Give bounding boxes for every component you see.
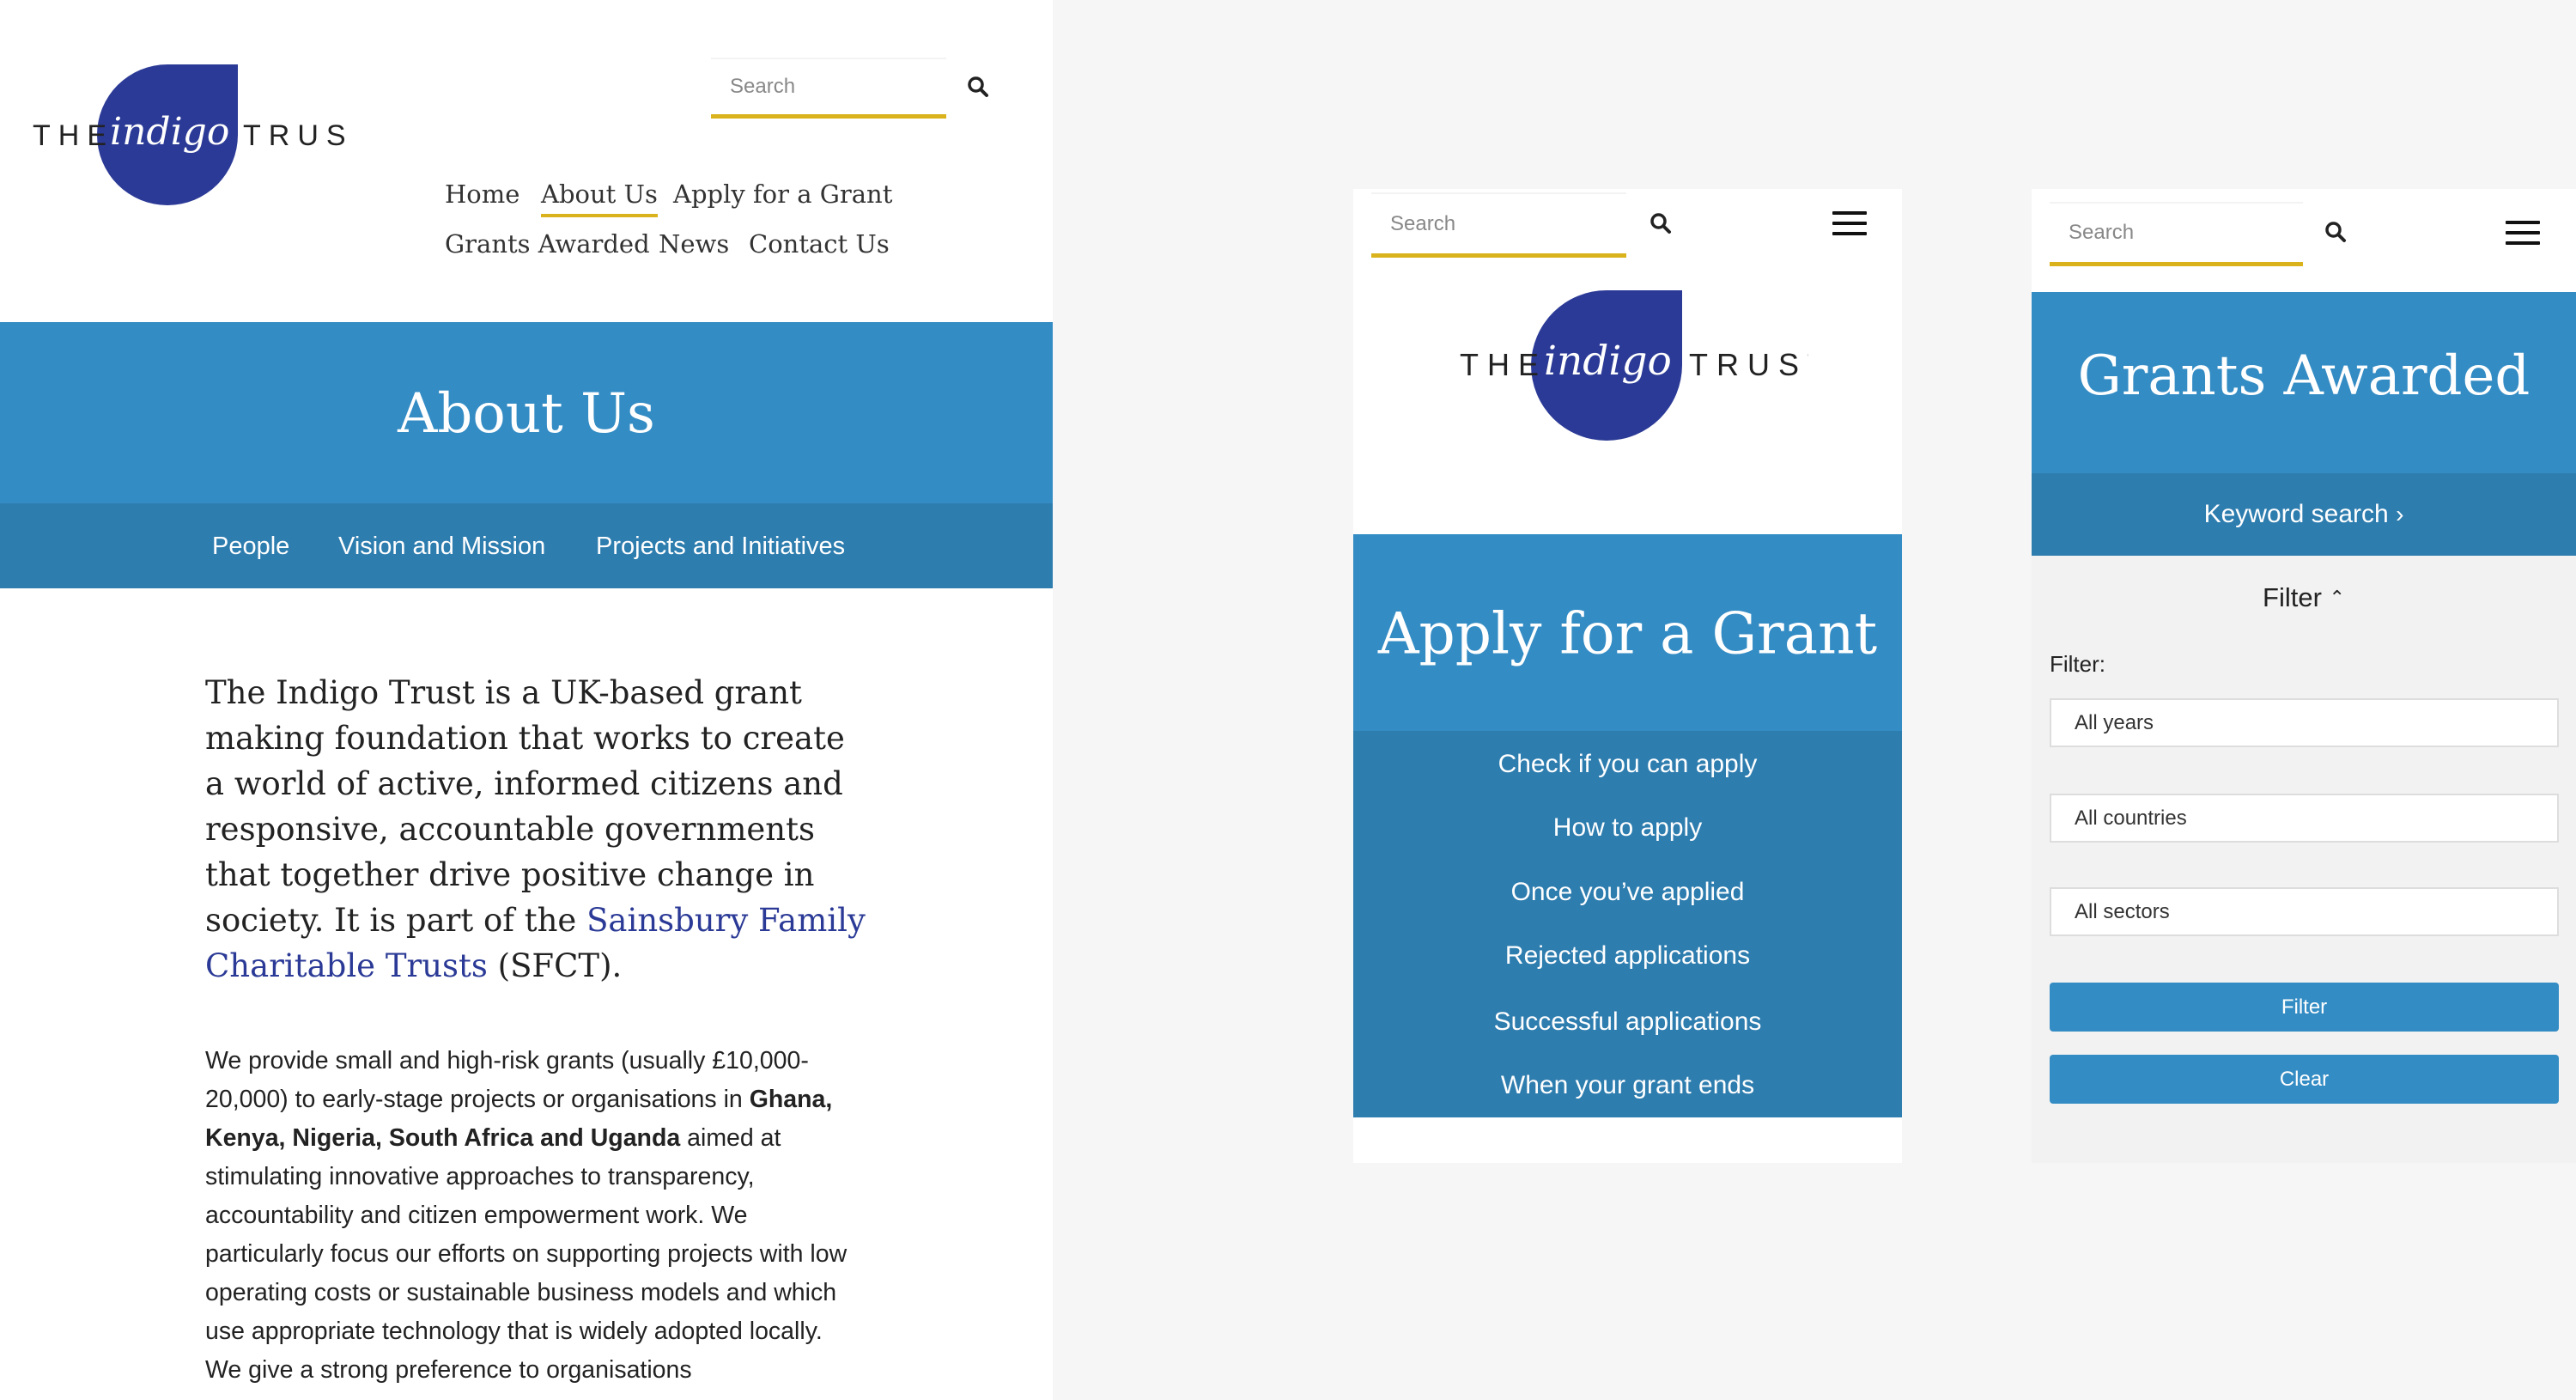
- keyword-search-bar[interactable]: Keyword search ›: [2032, 473, 2576, 556]
- nav-about-us[interactable]: About Us: [541, 180, 658, 217]
- svg-text:indigo: indigo: [110, 110, 229, 154]
- nav-home[interactable]: Home: [445, 180, 519, 209]
- keyword-search-link[interactable]: Keyword search ›: [2032, 500, 2576, 529]
- filter-toggle-label: Filter: [2263, 582, 2322, 612]
- filter-button[interactable]: Filter: [2050, 983, 2559, 1032]
- search-icon[interactable]: [1649, 212, 1672, 234]
- menu-item[interactable]: Rejected applications: [1353, 941, 1902, 971]
- clear-button[interactable]: Clear: [2050, 1055, 2559, 1104]
- menu-item[interactable]: When your grant ends: [1353, 1071, 1902, 1100]
- body-paragraph: We provide small and high-risk grants (u…: [205, 1042, 849, 1390]
- select-value: All years: [2075, 710, 2154, 734]
- page-title: About Us: [398, 382, 655, 446]
- select-value: All countries: [2075, 806, 2187, 830]
- indigo-trust-logo[interactable]: THE indigo TRUST: [26, 60, 352, 210]
- intro-text-end: (SFCT).: [487, 947, 623, 984]
- chevron-right-icon: ›: [2396, 501, 2404, 527]
- menu-item[interactable]: How to apply: [1353, 813, 1902, 843]
- sub-nav: People Vision and Mission Projects and I…: [0, 503, 1053, 588]
- search-placeholder: Search: [730, 75, 796, 98]
- nav-contact-us[interactable]: Contact Us: [749, 229, 890, 259]
- hamburger-menu-icon[interactable]: [2506, 221, 2540, 245]
- intro-text: The Indigo Trust is a UK-based grant mak…: [205, 674, 845, 939]
- search-input[interactable]: Search: [1371, 192, 1626, 258]
- page-banner: Apply for a Grant: [1353, 534, 1902, 731]
- svg-text:indigo: indigo: [1544, 338, 1672, 385]
- search-placeholder: Search: [1390, 211, 1456, 235]
- intro-paragraph: The Indigo Trust is a UK-based grant mak…: [205, 670, 866, 989]
- hamburger-menu-icon[interactable]: [1832, 211, 1867, 235]
- search-icon[interactable]: [967, 76, 989, 98]
- country-select[interactable]: All countries: [2050, 794, 2559, 843]
- keyword-search-label: Keyword search: [2203, 500, 2389, 528]
- svg-text:TRUST: TRUST: [243, 119, 352, 152]
- indigo-trust-logo[interactable]: THE indigo TRUST: [1448, 285, 1808, 448]
- subnav-projects[interactable]: Projects and Initiatives: [596, 533, 845, 561]
- search-icon[interactable]: [2324, 221, 2347, 243]
- menu-item[interactable]: Once you’ve applied: [1353, 878, 1902, 907]
- svg-text:THE: THE: [1460, 347, 1547, 382]
- grants-mobile-page: Search Grants Awarded Keyword search › F…: [2032, 189, 2576, 1163]
- page-banner: Grants Awarded: [2032, 292, 2576, 473]
- apply-mobile-page: Search THE indigo TRUST Apply for a Gran…: [1353, 189, 1902, 1163]
- year-select[interactable]: All years: [2050, 698, 2559, 747]
- filter-label: Filter:: [2050, 651, 2105, 677]
- menu-item[interactable]: Check if you can apply: [1353, 750, 1902, 779]
- svg-text:TRUST: TRUST: [1689, 347, 1808, 382]
- page-banner: About Us: [0, 322, 1053, 503]
- body-text-end: aimed at stimulating innovative approach…: [205, 1124, 848, 1384]
- body-text: We provide small and high-risk grants (u…: [205, 1047, 809, 1113]
- search-placeholder: Search: [2069, 221, 2135, 244]
- svg-text:THE: THE: [33, 119, 114, 152]
- search-input[interactable]: Search: [711, 58, 946, 119]
- menu-item[interactable]: Successful applications: [1353, 1007, 1902, 1037]
- search-input[interactable]: Search: [2050, 202, 2303, 266]
- about-us-page: THE indigo TRUST Search Home About Us Ap…: [0, 0, 1053, 1400]
- nav-apply[interactable]: Apply for a Grant: [673, 180, 892, 209]
- nav-grants-awarded[interactable]: Grants Awarded: [445, 229, 650, 259]
- filter-toggle[interactable]: Filter ⌃: [2032, 582, 2576, 613]
- subnav-vision[interactable]: Vision and Mission: [338, 533, 545, 561]
- page-title: Grants Awarded: [2077, 344, 2530, 408]
- chevron-up-icon: ⌃: [2329, 587, 2345, 608]
- nav-news[interactable]: News: [659, 229, 729, 259]
- page-title: Apply for a Grant: [1377, 600, 1878, 667]
- select-value: All sectors: [2075, 899, 2170, 923]
- subnav-people[interactable]: People: [212, 533, 289, 561]
- sector-select[interactable]: All sectors: [2050, 887, 2559, 936]
- apply-menu: Check if you can apply How to apply Once…: [1353, 731, 1902, 1117]
